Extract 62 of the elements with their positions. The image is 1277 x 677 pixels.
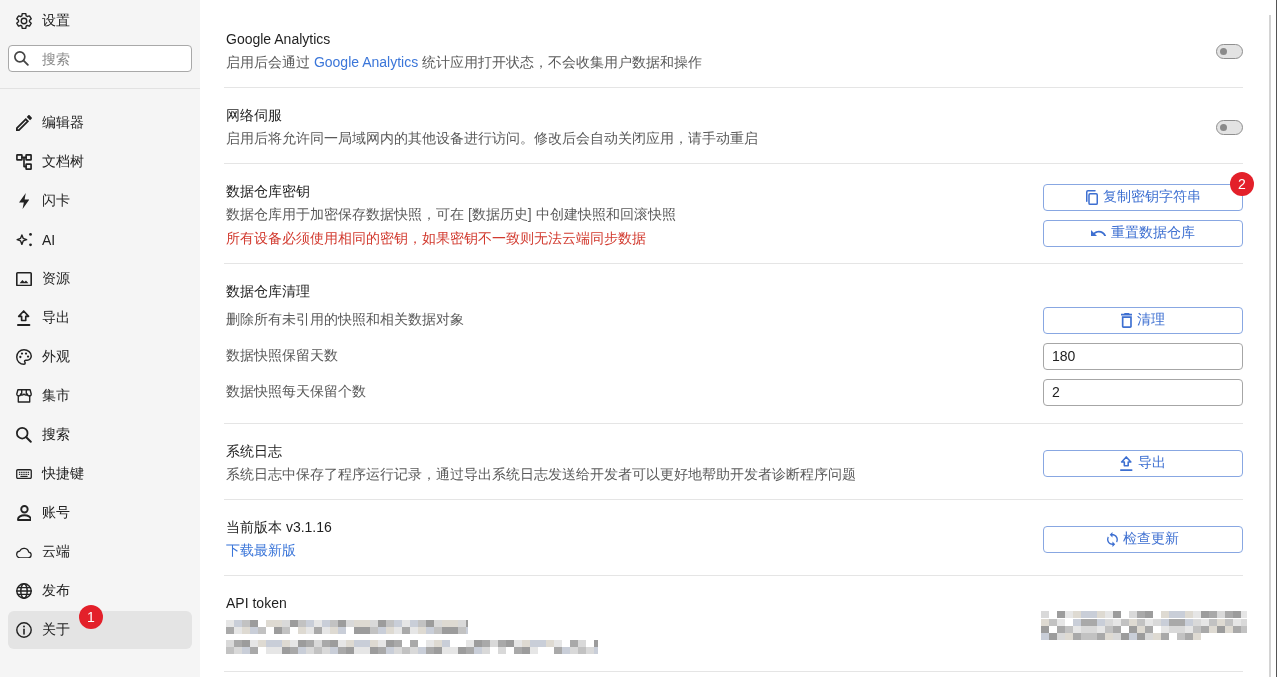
- setting-title: 系统日志: [226, 442, 283, 461]
- sidebar-item[interactable]: 搜索: [8, 416, 192, 454]
- setting-title: API token: [226, 594, 288, 613]
- download-link[interactable]: 下载最新版: [226, 542, 296, 558]
- setting-label: 数据快照保留天数: [226, 347, 338, 365]
- number-badge: 2: [1230, 171, 1254, 196]
- toggle-switch[interactable]: [1216, 43, 1243, 59]
- sidebar-item[interactable]: 导出: [8, 299, 192, 337]
- sidebar-item[interactable]: 资源: [8, 260, 192, 298]
- setting-label: 数据快照每天保留个数: [226, 383, 366, 401]
- setting-description: 启用后将允许同一局域网内的其他设备进行访问。修改后会自动关闭应用，请手动重启: [226, 129, 759, 148]
- clean-button[interactable]: 清理: [1043, 306, 1243, 334]
- setting-title: Google Analytics: [226, 30, 332, 49]
- copy-icon: [1085, 189, 1098, 205]
- reset-button[interactable]: 重置数据仓库: [1043, 219, 1243, 247]
- sidebar-item[interactable]: 快捷键: [8, 455, 192, 493]
- number-input[interactable]: 2: [1043, 378, 1243, 406]
- setting-label: 删除所有未引用的快照和相关数据对象: [226, 311, 464, 329]
- search-icon: [16, 427, 32, 443]
- gear-icon: [16, 13, 32, 29]
- setting-description: 数据仓库用于加密保存数据快照，可在 [数据历史] 中创建快照和回滚快照: [226, 205, 677, 224]
- sidebar-item[interactable]: 文档树: [8, 143, 192, 181]
- setting-title: 当前版本 v3.1.16: [226, 518, 333, 537]
- sidebar-item[interactable]: 编辑器: [8, 104, 192, 142]
- inline-link[interactable]: Google Analytics: [313, 54, 419, 70]
- sidebar-title: 设置: [42, 12, 70, 30]
- setting-description: 系统日志中保存了程序运行记录，通过导出系统日志发送给开发者可以更好地帮助开发者诊断程序问题: [226, 465, 857, 484]
- export-button[interactable]: 导出: [1043, 449, 1243, 477]
- sidebar-item[interactable]: 闪卡: [8, 182, 192, 220]
- search-field[interactable]: 搜索: [8, 45, 192, 72]
- number-input[interactable]: 180: [1043, 342, 1243, 370]
- undo-icon: [1091, 229, 1106, 237]
- sidebar-item[interactable]: 集市: [8, 377, 192, 415]
- sidebar-item[interactable]: 外观: [8, 338, 192, 376]
- setting-title: 数据仓库密钥: [226, 182, 311, 201]
- tree-icon: [16, 154, 32, 170]
- palette-icon: [16, 349, 32, 365]
- image-icon: [16, 271, 32, 287]
- trash-icon: [1120, 312, 1133, 328]
- globe-icon: [16, 583, 32, 599]
- cloud-icon: [16, 545, 32, 559]
- setting-title: 数据仓库清理: [226, 282, 311, 301]
- toggle-switch[interactable]: [1216, 119, 1243, 135]
- lightning-icon: [18, 193, 30, 209]
- person-icon: [16, 505, 32, 521]
- warning-text: 所有设备必须使用相同的密钥，如果密钥不一致则无法云端同步数据: [226, 229, 647, 248]
- sidebar-item[interactable]: AI: [8, 221, 192, 259]
- pencil-icon: [16, 115, 32, 131]
- upload-icon: [1120, 455, 1133, 471]
- refresh-icon: [1107, 531, 1118, 547]
- keyboard-icon: [16, 468, 32, 480]
- sidebar-item[interactable]: 云端: [8, 533, 192, 571]
- setting-description: 启用后会通过 Google Analytics 统计应用打开状态，不会收集用户数据和操作: [226, 53, 704, 72]
- update-button[interactable]: 检查更新: [1043, 525, 1243, 553]
- number-badge: 1: [79, 605, 103, 629]
- setting-title: 网络伺服: [226, 106, 283, 125]
- search-icon: [14, 51, 29, 66]
- info-icon: [16, 622, 32, 638]
- storefront-icon: [16, 389, 32, 403]
- upload-icon: [17, 310, 31, 326]
- sidebar-item[interactable]: 账号: [8, 494, 192, 532]
- sparkle-icon: [16, 233, 32, 247]
